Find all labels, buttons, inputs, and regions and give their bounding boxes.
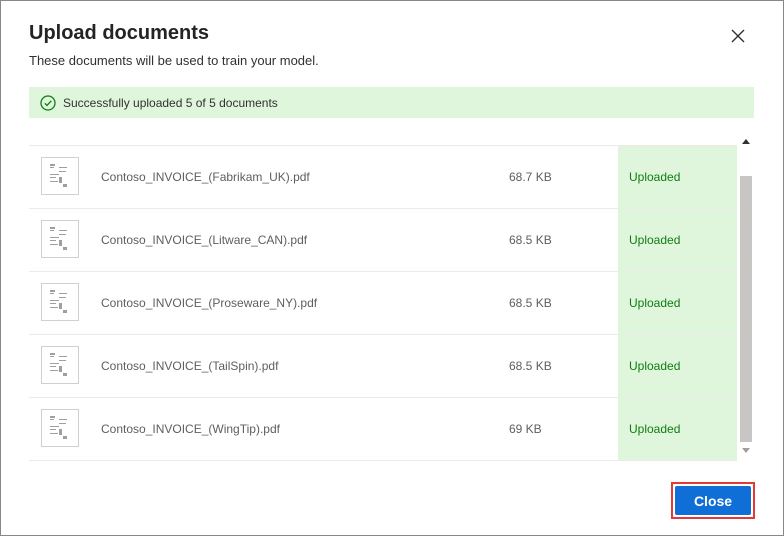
document-thumbnail-icon [41, 346, 79, 384]
file-name: Contoso_INVOICE_(Proseware_NY).pdf [101, 296, 318, 310]
scroll-down-arrow-icon[interactable] [742, 448, 750, 454]
file-name: Contoso_INVOICE_(Litware_CAN).pdf [101, 233, 308, 247]
scrollbar-thumb[interactable] [740, 176, 752, 442]
dialog-title: Upload documents [29, 22, 210, 44]
file-name: Contoso_INVOICE_(TailSpin).pdf [101, 359, 279, 373]
list-scrollbar[interactable] [738, 134, 754, 461]
status-label: Uploaded [629, 296, 681, 310]
upload-status: Uploaded [618, 209, 737, 271]
file-row: Contoso_INVOICE_(Fabrikam_UK).pdf 68.7 K… [29, 146, 737, 209]
status-label: Uploaded [629, 422, 681, 436]
upload-status: Uploaded [618, 272, 737, 334]
success-banner: Successfully uploaded 5 of 5 documents [29, 87, 754, 118]
file-size: 68.5 KB [509, 296, 552, 310]
scroll-up-arrow-icon[interactable] [742, 138, 750, 144]
close-icon[interactable] [727, 25, 749, 47]
upload-status: Uploaded [618, 335, 737, 397]
document-thumbnail-icon [41, 283, 79, 321]
document-thumbnail-icon [41, 220, 79, 258]
status-label: Uploaded [629, 170, 681, 184]
upload-documents-dialog: Upload documents These documents will be… [0, 0, 784, 536]
upload-status: Uploaded [618, 146, 737, 208]
dialog-subtitle: These documents will be used to train yo… [29, 53, 319, 68]
file-list: Contoso_INVOICE_(Fabrikam_UK).pdf 68.7 K… [29, 145, 737, 462]
file-name: Contoso_INVOICE_(Fabrikam_UK).pdf [101, 170, 310, 184]
upload-status: Uploaded [618, 398, 737, 460]
close-button-highlight: Close [671, 482, 755, 519]
file-row: Contoso_INVOICE_(Proseware_NY).pdf 68.5 … [29, 272, 737, 335]
checkmark-circle-icon [40, 94, 56, 111]
file-row: Contoso_INVOICE_(TailSpin).pdf 68.5 KB U… [29, 335, 737, 398]
file-size: 68.5 KB [509, 359, 552, 373]
document-thumbnail-icon [41, 409, 79, 447]
file-row: Contoso_INVOICE_(Litware_CAN).pdf 68.5 K… [29, 209, 737, 272]
banner-message: Successfully uploaded 5 of 5 documents [63, 95, 278, 110]
file-size: 68.7 KB [509, 170, 552, 184]
status-label: Uploaded [629, 233, 681, 247]
document-thumbnail-icon [41, 157, 79, 195]
file-name: Contoso_INVOICE_(WingTip).pdf [101, 422, 280, 436]
status-label: Uploaded [629, 359, 681, 373]
file-row: Contoso_INVOICE_(WingTip).pdf 69 KB Uplo… [29, 398, 737, 461]
file-size: 69 KB [509, 422, 542, 436]
close-button[interactable]: Close [675, 486, 751, 515]
file-size: 68.5 KB [509, 233, 552, 247]
